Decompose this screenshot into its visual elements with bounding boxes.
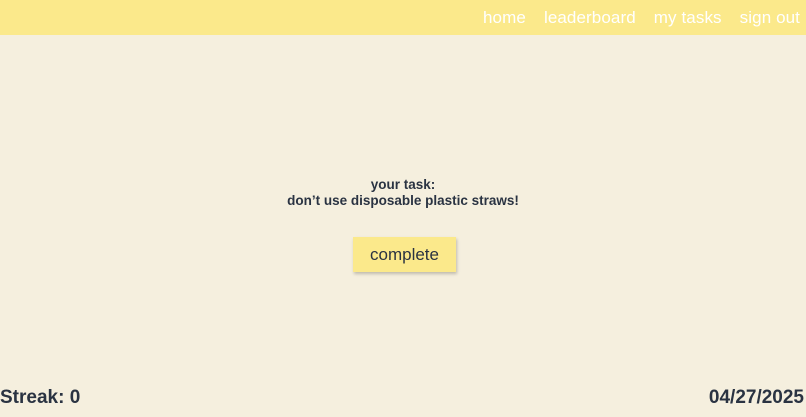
nav-my-tasks-link[interactable]: my tasks — [654, 8, 722, 28]
task-heading: your task: — [370, 177, 436, 192]
nav-sign-out-link[interactable]: sign out — [740, 8, 800, 28]
nav-home-link[interactable]: home — [483, 8, 526, 28]
complete-button[interactable]: complete — [353, 237, 456, 272]
current-date: 04/27/2025 — [708, 387, 804, 408]
task-panel: your task: don’t use disposable plastic … — [0, 177, 806, 209]
task-description: don’t use disposable plastic straws! — [287, 193, 519, 208]
nav-leaderboard-link[interactable]: leaderboard — [544, 8, 636, 28]
streak-counter: Streak: 0 — [0, 387, 81, 408]
nav-links: home leaderboard my tasks sign out — [465, 0, 800, 35]
top-nav-bar: home leaderboard my tasks sign out — [0, 0, 806, 35]
